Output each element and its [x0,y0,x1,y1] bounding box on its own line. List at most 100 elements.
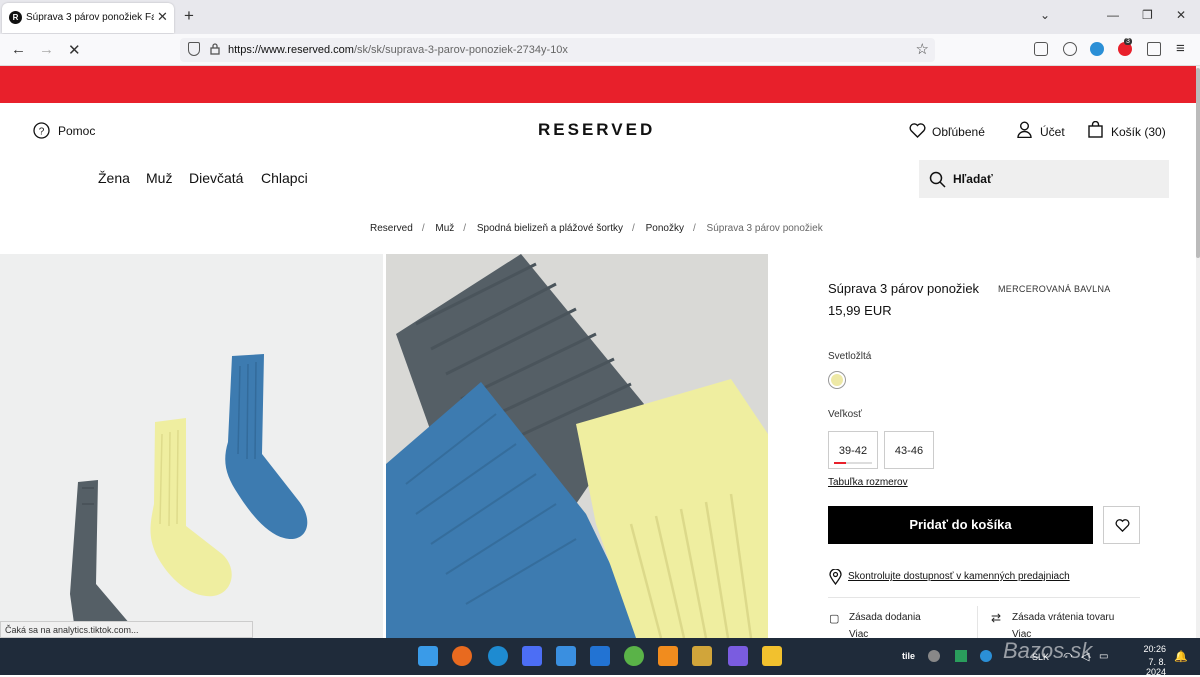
tab-close-icon[interactable]: ✕ [157,9,168,25]
socks-closeup-image [386,254,768,638]
favicon-icon: R [9,11,22,24]
address-bar[interactable]: https://www.reserved.com/sk/sk/suprava-3… [180,38,935,62]
tray-app-icon[interactable] [980,650,992,662]
back-icon[interactable]: ← [11,41,26,58]
nav-item-chlapci[interactable]: Chlapci [261,170,308,186]
tool-icon[interactable] [692,646,712,666]
size-option-label: 43-46 [894,445,924,457]
language-indicator[interactable]: SLK [1032,652,1049,662]
location-pin-icon [829,569,842,585]
return-icon: ⇄ [991,611,1002,625]
delivery-policy-label: Zásada dodania [849,612,921,623]
store-icon[interactable] [522,646,542,666]
clock-time[interactable]: 20:26 [1126,644,1166,654]
stop-loading-icon[interactable]: ✕ [68,41,81,59]
file-explorer-icon[interactable] [762,646,782,666]
mywebapp-icon[interactable] [556,646,576,666]
account-link[interactable]: Účet [1040,125,1065,139]
breadcrumb-item[interactable]: Ponožky [646,223,684,234]
return-policy-label: Zásada vrátenia tovaru [1012,612,1115,623]
lock-icon[interactable] [210,43,220,55]
user-icon[interactable] [1017,121,1032,138]
app-icon[interactable] [624,646,644,666]
stock-bar-track [846,462,872,464]
bag-icon[interactable] [1088,121,1103,138]
help-link[interactable]: Pomoc [58,124,95,138]
restore-icon[interactable]: ❐ [1142,8,1153,22]
breadcrumb-item[interactable]: Muž [435,223,454,234]
close-window-icon[interactable]: ✕ [1176,8,1186,22]
add-to-wishlist-button[interactable] [1103,506,1140,544]
low-stock-indicator [834,462,846,464]
color-label: Svetložltá [828,351,872,362]
extension-blue-icon[interactable] [1090,42,1104,56]
product-subtitle: MERCEROVANÁ BAVLNA [998,284,1111,294]
menu-hamburger-icon[interactable]: ≡ [1176,40,1185,57]
scrollbar-track[interactable] [1196,66,1200,638]
app2-icon[interactable] [728,646,748,666]
size-option-39-42[interactable]: 39-42 [828,431,878,469]
color-swatch-light-yellow[interactable] [828,371,846,389]
firefox-icon[interactable] [452,646,472,666]
tab-title: Súprava 3 párov ponožiek Farba [26,12,154,23]
notification-bell-icon[interactable]: 🔔 [1174,650,1188,663]
tray-shield-icon[interactable] [955,650,967,662]
search-input[interactable]: Hľadať [919,160,1169,198]
reserved-logo[interactable]: RESERVED [538,120,655,140]
store-availability-link[interactable]: Skontrolujte dostupnosť v kamenných pred… [848,571,1070,582]
divider [828,597,1140,598]
account-icon[interactable] [1063,42,1077,56]
mail-icon[interactable] [590,646,610,666]
product-image-2[interactable] [386,254,768,638]
heart-icon[interactable] [909,123,926,138]
new-tab-icon[interactable]: + [184,6,194,26]
product-title: Súprava 3 párov ponožiek [828,281,980,296]
windows-start-icon[interactable] [418,646,438,666]
breadcrumb: Reserved / Muž / Spodná bielizeň a plážové… [370,223,823,234]
clock-date[interactable]: 7. 8. 2024 [1126,657,1166,677]
cart-link[interactable]: Košík (30) [1111,125,1166,139]
url-text: https://www.reserved.com/sk/sk/suprava-3… [228,44,568,56]
tray-label[interactable]: tile [902,651,915,661]
size-option-43-46[interactable]: 43-46 [884,431,934,469]
minimize-icon[interactable]: — [1107,8,1119,22]
extension-badge: 3 [1124,38,1132,45]
breadcrumb-item[interactable]: Reserved [370,223,413,234]
nav-item-zena[interactable]: Žena [98,170,130,186]
scrollbar-thumb[interactable] [1196,68,1200,258]
product-image-1[interactable] [0,254,383,638]
volume-icon[interactable]: ◁ [1081,650,1089,663]
product-price: 15,99 EUR [828,303,892,318]
tab-list-chevron-icon[interactable]: ⌄ [1040,8,1050,22]
forward-icon[interactable]: → [39,41,54,58]
help-icon[interactable]: ? [33,122,50,139]
vlc-icon[interactable] [658,646,678,666]
wifi-icon[interactable]: ◠ [1063,650,1073,663]
divider [977,606,978,638]
tray-skype-icon[interactable] [928,650,940,662]
search-placeholder: Hľadať [953,172,993,186]
breadcrumb-current: Súprava 3 párov ponožiek [706,223,823,234]
delivery-icon: ▢ [829,613,840,625]
browser-tab-bar: R Súprava 3 párov ponožiek Farba ✕ + ⌄ —… [0,0,1200,34]
promo-banner[interactable] [0,66,1196,103]
browser-tab[interactable]: R Súprava 3 párov ponožiek Farba ✕ [2,3,174,33]
swatch-fill [831,374,843,386]
nav-item-muz[interactable]: Muž [146,170,172,186]
extensions-puzzle-icon[interactable] [1147,42,1161,56]
tracking-shield-icon[interactable] [188,42,200,56]
socks-flatlay-image [70,354,308,638]
nav-item-dievcata[interactable]: Dievčatá [189,170,243,186]
breadcrumb-item[interactable]: Spodná bielizeň a plážové šortky [477,223,623,234]
heart-icon [1115,519,1130,532]
pocket-icon[interactable] [1034,42,1048,56]
svg-text:?: ? [39,127,45,138]
browser-status-bar: Čaká sa na analytics.tiktok.com... [0,621,253,638]
edge-icon[interactable] [488,646,508,666]
favorites-link[interactable]: Obľúbené [932,125,985,139]
bookmark-star-icon[interactable]: ☆ [916,40,929,58]
battery-icon[interactable]: ▭ [1099,651,1108,662]
search-icon [929,171,946,188]
size-table-link[interactable]: Tabuľka rozmerov [828,477,908,488]
add-to-cart-button[interactable]: Pridať do košíka [828,506,1093,544]
